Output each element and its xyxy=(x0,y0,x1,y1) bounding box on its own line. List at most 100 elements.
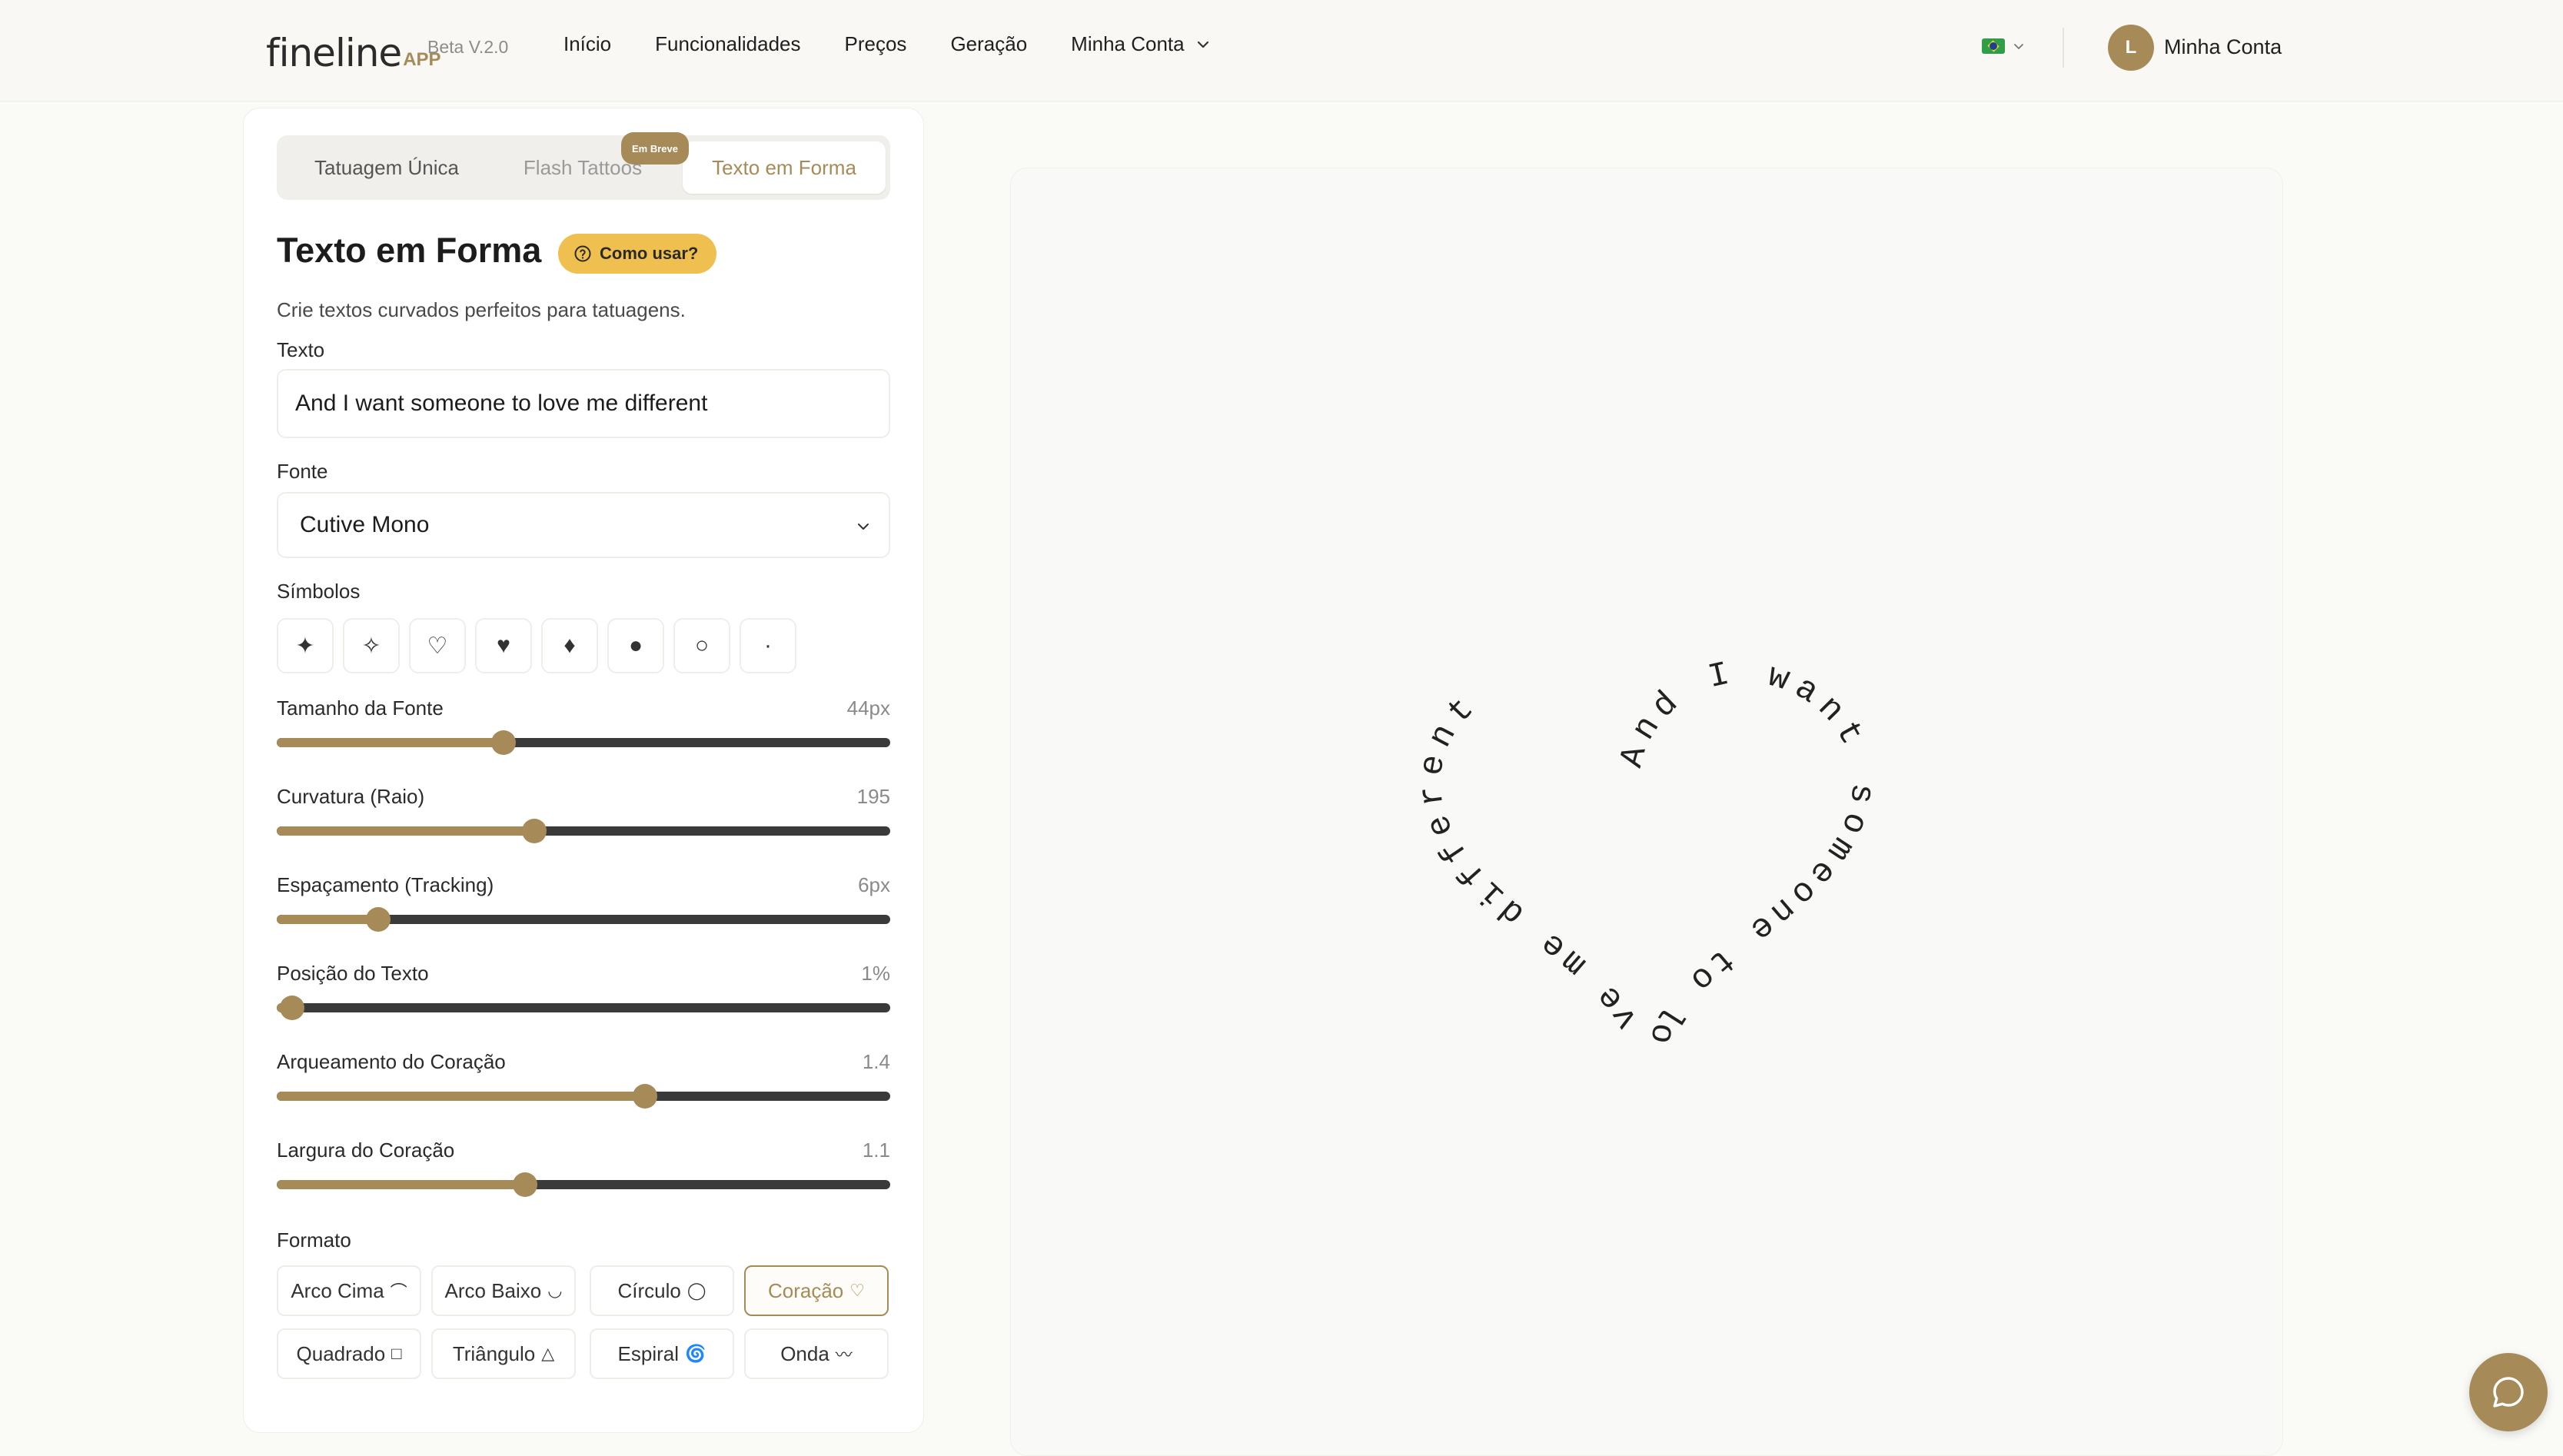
slider-thumb[interactable] xyxy=(513,1172,538,1197)
account-menu-label[interactable]: Minha Conta xyxy=(2164,35,2282,59)
nav-funcionalidades[interactable]: Funcionalidades xyxy=(655,32,800,56)
slider-value: 195 xyxy=(856,785,890,808)
mode-tabs: Tatuagem Única Flash Tattoos Texto em Fo… xyxy=(277,135,890,200)
slider-label: Tamanho da Fonte xyxy=(277,696,444,720)
tab-tatuagem-unica[interactable]: Tatuagem Única xyxy=(283,141,490,194)
nav-minha-conta-label: Minha Conta xyxy=(1071,32,1185,55)
slider-track[interactable] xyxy=(277,730,890,755)
format-label-text: Círculo xyxy=(617,1278,681,1302)
nav-inicio[interactable]: Início xyxy=(563,32,611,56)
slider-fill xyxy=(277,826,535,836)
nav-precos[interactable]: Preços xyxy=(845,32,907,56)
tab-texto-em-forma[interactable]: Texto em Forma xyxy=(683,141,886,194)
slider-text-position: Posição do Texto 1% xyxy=(277,962,890,1020)
chat-bubble-icon xyxy=(2493,1377,2524,1408)
symbols-picker: ✦ ✧ ♡ ♥ ♦ ● ○ · xyxy=(277,618,806,673)
heart-text-char: s xyxy=(1840,781,1881,806)
slider-track[interactable] xyxy=(277,996,890,1020)
chevron-down-icon xyxy=(1197,41,1208,48)
font-select[interactable]: Cutive Mono xyxy=(277,492,890,558)
slider-heart-arch: Arqueamento do Coração 1.4 xyxy=(277,1050,890,1109)
logo-wordmark: fineline xyxy=(266,31,402,75)
font-field-label: Fonte xyxy=(277,460,328,483)
slider-label: Arqueamento do Coração xyxy=(277,1050,506,1073)
text-field-label: Texto xyxy=(277,338,325,361)
nav-geracao[interactable]: Geração xyxy=(950,32,1027,56)
format-label-text: Quadrado xyxy=(296,1341,386,1365)
slider-value: 44px xyxy=(846,696,890,720)
slider-thumb[interactable] xyxy=(491,730,517,755)
slider-thumb[interactable] xyxy=(279,996,304,1020)
slider-label: Espaçamento (Tracking) xyxy=(277,873,494,896)
slider-thumb[interactable] xyxy=(365,907,391,932)
format-label: Formato xyxy=(277,1228,351,1252)
heart-text-char: w xyxy=(1764,657,1794,700)
avatar[interactable]: L xyxy=(2108,25,2154,71)
help-circle-icon xyxy=(574,245,591,262)
main-nav: Início Funcionalidades Preços Geração Mi… xyxy=(563,32,1255,56)
slider-label: Curvatura (Raio) xyxy=(277,785,425,808)
brazil-flag-icon[interactable] xyxy=(1982,38,2005,54)
slider-thumb[interactable] xyxy=(632,1084,657,1109)
slider-fill xyxy=(277,738,504,747)
format-coracao-button[interactable]: Coração ♡ xyxy=(744,1265,889,1316)
slider-fill xyxy=(277,1092,645,1101)
wave-icon: 〰 xyxy=(835,1345,853,1365)
arc-down-icon: ◡ xyxy=(547,1281,563,1300)
symbol-filled-dot[interactable]: ● xyxy=(607,618,664,673)
triangle-icon: △ xyxy=(541,1344,555,1363)
square-icon: □ xyxy=(391,1344,402,1363)
nav-minha-conta[interactable]: Minha Conta xyxy=(1071,32,1210,56)
slider-track[interactable] xyxy=(277,819,890,843)
symbol-middle-dot[interactable]: · xyxy=(740,618,796,673)
format-onda-button[interactable]: Onda 〰 xyxy=(744,1328,889,1379)
chat-button[interactable] xyxy=(2469,1353,2548,1431)
heart-text-char: I xyxy=(1705,656,1734,698)
symbol-outline-heart[interactable]: ♡ xyxy=(409,618,466,673)
format-label-text: Triângulo xyxy=(452,1341,536,1365)
slider-fill xyxy=(277,915,378,924)
symbol-outline-star[interactable]: ✧ xyxy=(343,618,400,673)
slider-value: 1.4 xyxy=(862,1050,890,1073)
slider-heart-width: Largura do Coração 1.1 xyxy=(277,1139,890,1197)
slider-label: Largura do Coração xyxy=(277,1139,455,1162)
circle-icon: ◯ xyxy=(686,1281,706,1300)
slider-tracking: Espaçamento (Tracking) 6px xyxy=(277,873,890,932)
heart-text-char: n xyxy=(1421,718,1465,754)
font-select-value: Cutive Mono xyxy=(300,512,430,537)
logo[interactable]: fineline APP xyxy=(266,26,441,72)
format-quadrado-button[interactable]: Quadrado □ xyxy=(277,1328,421,1379)
symbol-outline-circle[interactable]: ○ xyxy=(673,618,730,673)
slider-label: Posição do Texto xyxy=(277,962,429,985)
slider-track[interactable] xyxy=(277,907,890,932)
symbol-four-point-star[interactable]: ✦ xyxy=(277,618,334,673)
slider-value: 6px xyxy=(858,873,890,896)
heart-text-char: r xyxy=(1412,783,1453,809)
slider-thumb[interactable] xyxy=(522,819,547,843)
spiral-icon: 🌀 xyxy=(685,1344,706,1363)
slider-value: 1.1 xyxy=(862,1139,890,1162)
format-arco-baixo-button[interactable]: Arco Baixo ◡ xyxy=(431,1265,576,1316)
format-arco-cima-button[interactable]: Arco Cima ⌒ xyxy=(277,1265,421,1316)
how-to-use-button[interactable]: Como usar? xyxy=(558,234,717,274)
heart-text-char: A xyxy=(1613,742,1655,772)
format-espiral-button[interactable]: Espiral 🌀 xyxy=(590,1328,734,1379)
format-circulo-button[interactable]: Círculo ◯ xyxy=(590,1265,734,1316)
how-to-use-label: Como usar? xyxy=(600,244,699,263)
heart-text-char: e xyxy=(1413,752,1454,779)
format-label-text: Onda xyxy=(780,1341,829,1365)
slider-curvature: Curvatura (Raio) 195 xyxy=(277,785,890,843)
language-chevron-down-icon[interactable] xyxy=(2013,40,2025,52)
format-label-text: Arco Baixo xyxy=(444,1278,542,1302)
symbol-filled-heart[interactable]: ♥ xyxy=(475,618,532,673)
slider-track[interactable] xyxy=(277,1084,890,1109)
heart-text-preview: AndI wantsomeonetolovemedifferent xyxy=(1412,656,1881,1046)
version-label: Beta V.2.0 xyxy=(427,37,509,57)
text-input[interactable] xyxy=(277,369,890,438)
slider-fill xyxy=(277,1180,526,1189)
heart-icon: ♡ xyxy=(849,1281,865,1300)
format-triangulo-button[interactable]: Triângulo △ xyxy=(431,1328,576,1379)
slider-track[interactable] xyxy=(277,1172,890,1197)
symbol-diamond[interactable]: ♦ xyxy=(541,618,598,673)
chevron-down-icon xyxy=(858,524,869,530)
